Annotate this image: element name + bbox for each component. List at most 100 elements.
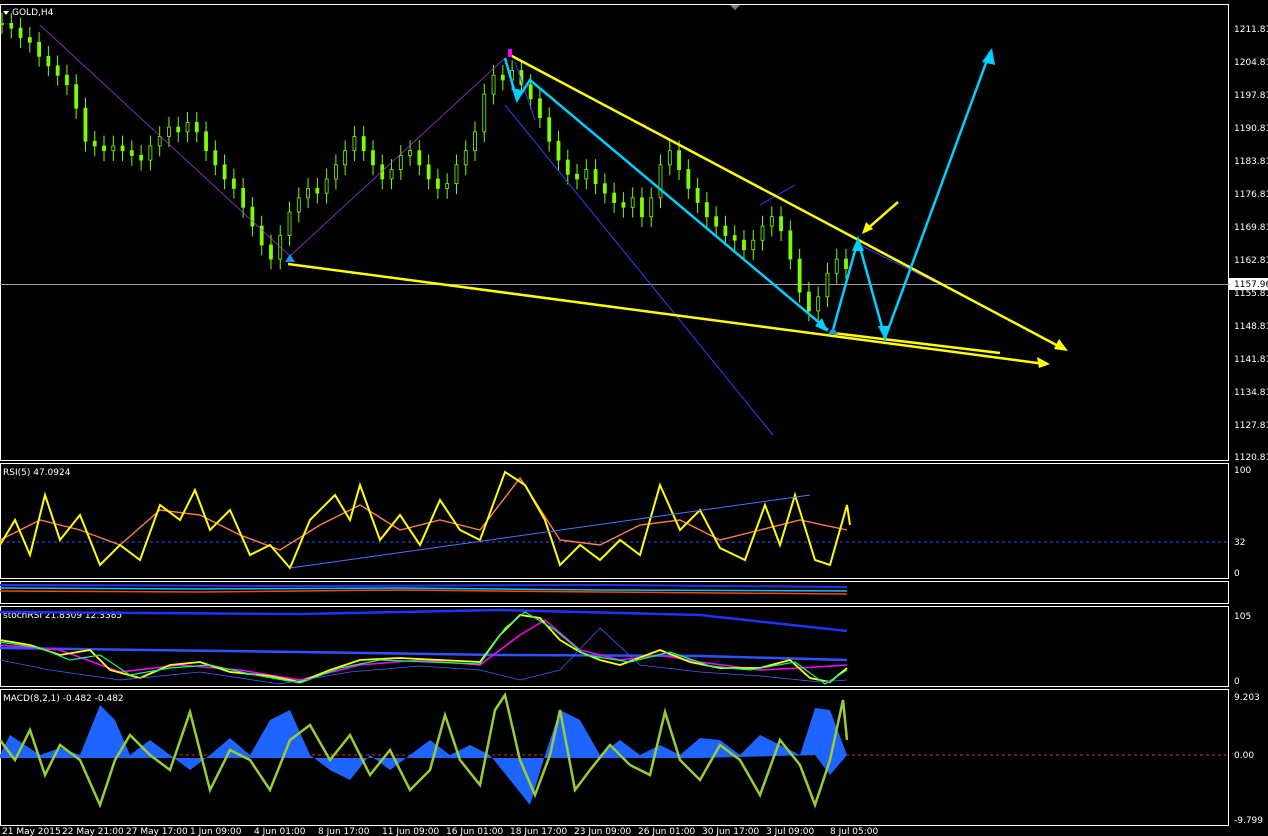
candle-body (102, 145, 106, 152)
candle-body (667, 150, 672, 166)
candle-body (612, 192, 617, 203)
candle-body (371, 150, 375, 166)
candle-body (120, 145, 125, 152)
candle-body (417, 150, 422, 166)
support-trendline[interactable] (832, 331, 1001, 355)
price-label: 1204.81 (1234, 58, 1268, 68)
candle-body (92, 140, 97, 147)
rsi-level-label: 100 (1234, 466, 1251, 476)
candle-body (547, 117, 552, 142)
collapse-triangle-icon[interactable] (3, 11, 9, 15)
candle-body (844, 258, 848, 269)
time-label: 8 Jun 17:00 (318, 827, 370, 836)
candle-body (361, 136, 366, 152)
candle-body (83, 107, 88, 142)
upper-trendline-arrowhead-icon (1054, 339, 1068, 351)
channel-line-blue-upper[interactable] (759, 184, 796, 206)
candle-body (343, 150, 348, 166)
candle-body (463, 150, 468, 166)
time-label: 11 Jun 09:00 (382, 827, 439, 836)
candle-body (231, 178, 236, 189)
candle-body (204, 131, 208, 152)
chart-window[interactable]: GOLD,H4 1211.81 1204.81 1197.81 1190.81 … (0, 0, 1268, 836)
candle-body (269, 244, 273, 260)
price-label: 1141.81 (1234, 355, 1268, 365)
rsi-level-label: 0 (1234, 569, 1240, 579)
channel-line-magenta-down[interactable] (39, 24, 291, 257)
macd-histogram (0, 705, 847, 805)
fractal-high-marker-icon (508, 49, 512, 57)
channel-line-magenta-up[interactable] (289, 57, 506, 257)
time-label: 22 May 21:00 (62, 827, 124, 836)
candle-body (157, 136, 162, 147)
breakout-pointer-arrow[interactable] (865, 201, 899, 231)
channel-line-blue-right[interactable] (859, 244, 936, 283)
candle-body (74, 84, 79, 109)
candle-body (426, 164, 431, 180)
time-label: 23 Jun 09:00 (574, 827, 631, 836)
candle-body (250, 206, 255, 227)
macd-level-label: -9.799 (1234, 816, 1263, 826)
time-label: 4 Jun 01:00 (254, 827, 306, 836)
macd-level-label: 0.00 (1234, 751, 1254, 761)
candle-body (333, 164, 338, 180)
candle-body (185, 121, 190, 133)
candle-body (649, 197, 654, 218)
time-axis: 21 May 2015 22 May 21:00 27 May 17:00 1 … (2, 827, 879, 836)
price-label: 1134.81 (1234, 388, 1268, 398)
candle-body (18, 27, 23, 38)
candle-body (222, 164, 227, 180)
candle-body (473, 131, 477, 152)
channel-line-blue-lower[interactable] (504, 104, 774, 436)
candle-body (575, 173, 579, 180)
price-label: 1162.81 (1234, 256, 1268, 266)
mini-indicator-line (0, 583, 848, 588)
candle-body (640, 197, 644, 218)
candle-body (139, 154, 144, 161)
candle-body (389, 169, 394, 180)
candle-body (714, 216, 719, 227)
candle-body (723, 225, 728, 236)
time-label: 3 Jul 09:00 (766, 827, 815, 836)
time-label: 27 May 17:00 (126, 827, 188, 836)
current-price-label: 1157.96 (1234, 280, 1268, 290)
candle-body (454, 164, 459, 185)
candle-body (213, 150, 218, 166)
candle-body (695, 187, 700, 203)
candle-body (556, 140, 561, 161)
candle-body (704, 202, 709, 218)
price-label: 1120.81 (1234, 453, 1268, 463)
projected-path-arrow[interactable] (831, 51, 992, 343)
candle-body (55, 65, 60, 76)
candle-body (834, 258, 839, 274)
stoch-upper-band (0, 608, 848, 633)
candle-body (194, 121, 199, 133)
macd-title: MACD(8,2,1) -0.482 -0.482 (3, 694, 124, 704)
candle-body (436, 178, 440, 189)
chart-shift-marker-icon[interactable] (730, 5, 740, 10)
candle-body (241, 187, 246, 208)
candle-body (296, 197, 301, 213)
candle-body (27, 37, 32, 43)
fractal-low-marker-icon (285, 254, 295, 262)
candle-body (621, 202, 626, 208)
price-label: 1148.81 (1234, 322, 1268, 332)
candle-body (315, 187, 320, 194)
candle-body (593, 169, 598, 185)
symbol-title: GOLD,H4 (12, 8, 54, 18)
candle-body (825, 272, 830, 298)
rsi-level-label: 32 (1234, 538, 1245, 548)
candle-body (732, 235, 737, 241)
projected-path-up-arrowhead-icon (852, 237, 864, 251)
candle-body (658, 164, 663, 199)
candle-body (797, 258, 802, 293)
price-label: 1155.81 (1234, 289, 1268, 299)
stoch-level-label: 0 (1234, 677, 1240, 687)
price-label: 1169.81 (1234, 223, 1268, 233)
candle-body (408, 150, 412, 156)
candle-body (167, 126, 171, 137)
stoch-middle-band (0, 646, 848, 662)
stoch-level-label: 105 (1234, 612, 1251, 622)
price-label: 1183.81 (1234, 157, 1268, 167)
time-label: 18 Jun 17:00 (510, 827, 567, 836)
